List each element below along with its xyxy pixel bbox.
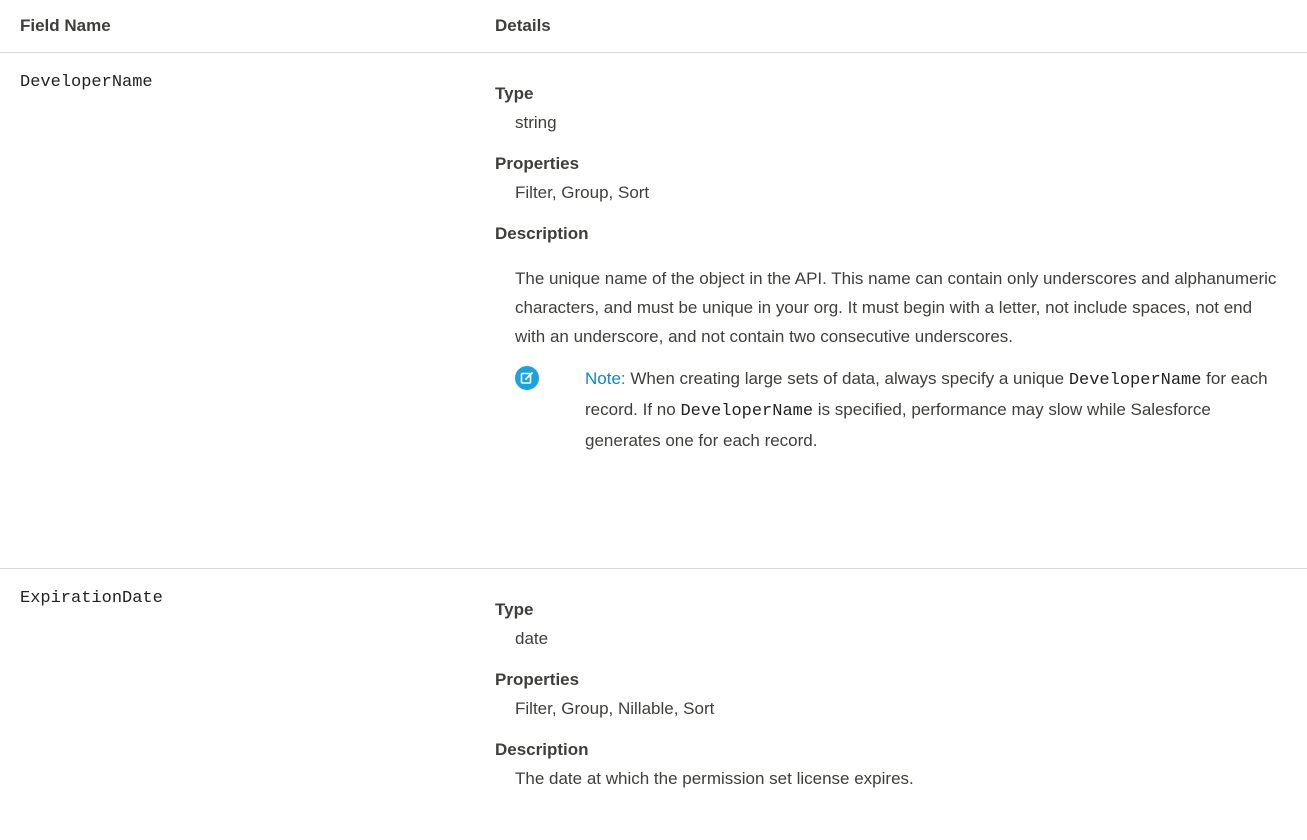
note-callout: Note: When creating large sets of data, … [515, 364, 1285, 455]
properties-label: Properties [495, 154, 580, 173]
properties-section: Properties Filter, Group, Nillable, Sort [495, 669, 1295, 720]
details-header: Details [495, 16, 551, 35]
properties-value: Filter, Group, Sort [515, 183, 650, 202]
description-section: Description The unique name of the objec… [495, 223, 1295, 455]
properties-section: Properties Filter, Group, Sort [495, 153, 1295, 204]
note-code: DeveloperName [680, 402, 814, 421]
field-table: Field Name Details DeveloperName Type st… [0, 0, 1307, 839]
field-name: ExpirationDate [20, 589, 163, 608]
description-value: The unique name of the object in the API… [515, 269, 1277, 346]
table-header: Field Name Details [0, 0, 1307, 53]
note-code: DeveloperName [1068, 371, 1202, 390]
description-section: Description The date at which the permis… [495, 739, 1295, 790]
note-label: Note: [585, 369, 626, 388]
table-row: DeveloperName Type string Properties Fil… [0, 53, 1307, 569]
type-label: Type [495, 600, 534, 619]
type-value: date [515, 629, 549, 648]
properties-value: Filter, Group, Nillable, Sort [515, 699, 715, 718]
edit-note-icon [515, 366, 539, 390]
description-label: Description [495, 224, 589, 243]
type-label: Type [495, 84, 534, 103]
table-row: ExpirationDate Type date Properties Filt… [0, 569, 1307, 839]
type-section: Type date [495, 599, 1295, 650]
description-label: Description [495, 740, 589, 759]
properties-label: Properties [495, 670, 580, 689]
field-name-header: Field Name [20, 16, 111, 35]
field-details: Type date Properties Filter, Group, Nill… [495, 599, 1295, 790]
type-section: Type string [495, 83, 1295, 134]
note-text: When creating large sets of data, always… [625, 369, 1069, 388]
field-details: Type string Properties Filter, Group, So… [495, 83, 1295, 455]
type-value: string [515, 113, 557, 132]
description-value: The date at which the permission set lic… [515, 769, 914, 788]
field-name: DeveloperName [20, 73, 153, 92]
